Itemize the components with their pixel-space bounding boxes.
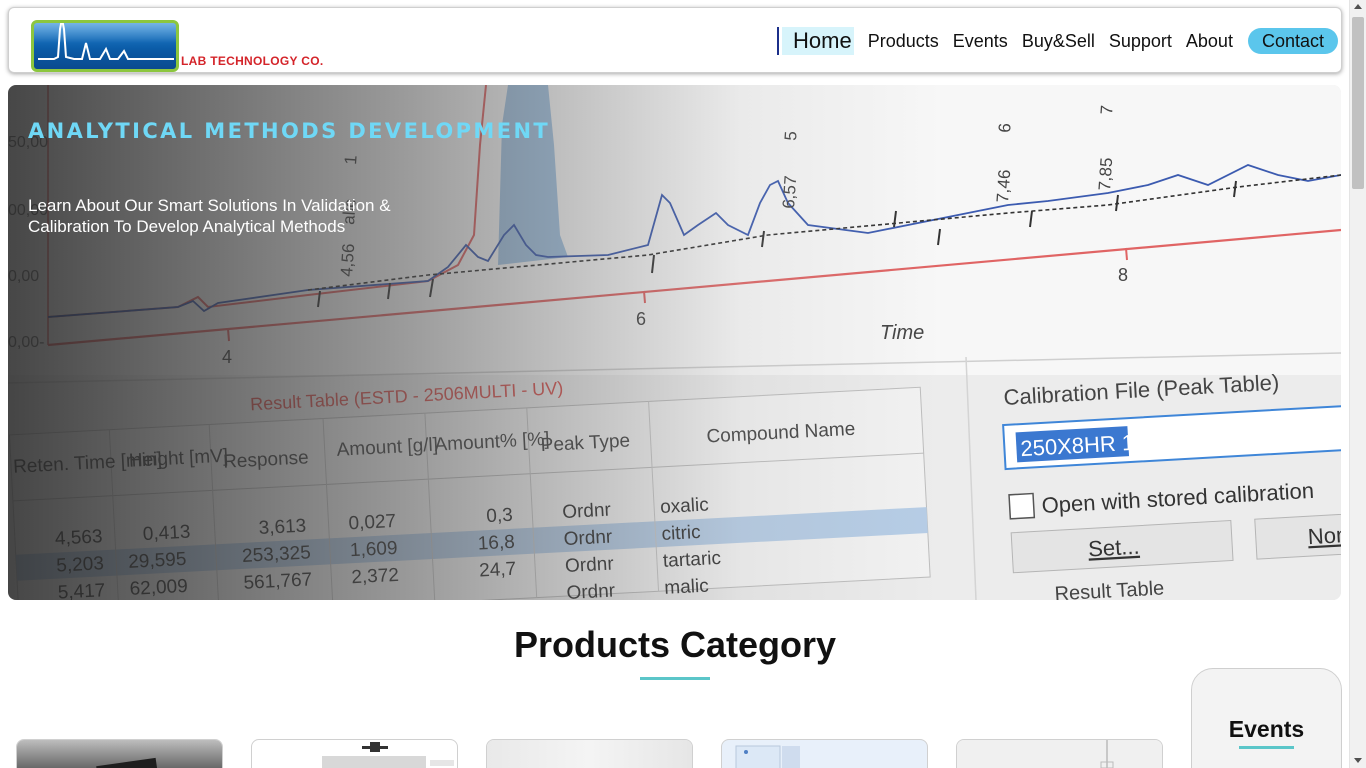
cell-r1-c1: 4,563 bbox=[54, 526, 103, 549]
cell-r1-c4: 0,027 bbox=[348, 511, 397, 534]
scroll-up-arrow-icon[interactable] bbox=[1354, 4, 1362, 9]
site-header: LAB TECHNOLOGY CO. Home Products Events … bbox=[8, 7, 1342, 73]
peak-label-1: 1 bbox=[341, 155, 361, 166]
hero-subtitle: Learn About Our Smart Solutions In Valid… bbox=[28, 196, 391, 236]
peak-label-7-46: 7,46 bbox=[993, 169, 1014, 203]
page: LAB TECHNOLOGY CO. Home Products Events … bbox=[0, 0, 1366, 768]
nav-support[interactable]: Support bbox=[1102, 27, 1179, 55]
cell-r1-c5: 0,3 bbox=[486, 505, 513, 527]
scrollbar-thumb[interactable] bbox=[1352, 17, 1364, 189]
hero-title: ANALYTICAL METHODS DEVELOPMENT bbox=[28, 119, 551, 143]
main-nav: Home Products Events Buy&Sell Support Ab… bbox=[777, 27, 1338, 55]
calibration-none-button: Non bbox=[1307, 522, 1341, 549]
title-underline bbox=[640, 677, 710, 680]
product-card-5[interactable] bbox=[956, 739, 1163, 768]
nav-events[interactable]: Events bbox=[946, 27, 1015, 55]
cell-r1-c3: 3,613 bbox=[258, 516, 307, 539]
product-thumbnail bbox=[252, 740, 457, 768]
peak-label-7-85: 7,85 bbox=[1095, 157, 1116, 191]
chromatogram-peak-logo-icon bbox=[31, 20, 179, 72]
cell-r1-c6: Ordnr bbox=[562, 500, 612, 524]
peak-label-7: 7 bbox=[1097, 105, 1117, 116]
x-tick-8: 8 bbox=[1118, 265, 1128, 285]
nav-home[interactable]: Home bbox=[782, 27, 854, 55]
nav-buy-sell[interactable]: Buy&Sell bbox=[1015, 27, 1102, 55]
hero-banner: 4 6 8 Time 50,00 00,00 0,00 0,00- 4,56 a… bbox=[8, 85, 1341, 600]
logo[interactable]: LAB TECHNOLOGY CO. bbox=[31, 10, 331, 74]
product-thumbnail bbox=[487, 740, 692, 768]
cell-r3-c7: tartaric bbox=[662, 548, 721, 572]
cell-r1-c7: oxalic bbox=[660, 494, 710, 518]
peak-label-6: 6 bbox=[995, 123, 1015, 134]
y-tick-3: 0,00 bbox=[8, 268, 39, 285]
products-category-title: Products Category bbox=[513, 624, 837, 665]
product-card-2[interactable] bbox=[251, 739, 458, 768]
brand-name: LAB TECHNOLOGY CO. bbox=[181, 54, 324, 68]
th-response: Response bbox=[223, 447, 310, 472]
product-card-4[interactable] bbox=[721, 739, 928, 768]
cell-r2-c2: 29,595 bbox=[128, 549, 187, 573]
events-panel-title: Events bbox=[1228, 716, 1305, 742]
x-tick-6: 6 bbox=[636, 309, 646, 329]
x-tick-4: 4 bbox=[222, 347, 232, 367]
cell-r2-c5: 16,8 bbox=[477, 532, 515, 555]
cell-r2-c1: 5,203 bbox=[56, 553, 105, 576]
calibration-set-button: Set... bbox=[1087, 534, 1140, 562]
cell-r3-c3: 561,767 bbox=[243, 569, 313, 594]
axis-label-time: Time bbox=[880, 322, 924, 344]
cell-r3-c2: 62,009 bbox=[129, 576, 188, 600]
product-card-1[interactable] bbox=[16, 739, 223, 768]
cell-r2-c7: citric bbox=[661, 522, 701, 545]
page-scrollbar[interactable] bbox=[1349, 0, 1366, 768]
cell-r2-c6: Ordnr bbox=[563, 527, 613, 551]
nav-about[interactable]: About bbox=[1179, 27, 1240, 55]
product-card-3[interactable] bbox=[486, 739, 693, 768]
product-thumbnail bbox=[17, 740, 222, 768]
product-thumbnail bbox=[957, 740, 1162, 768]
cell-r1-c2: 0,413 bbox=[142, 522, 191, 545]
peak-label-6-57: 6,57 bbox=[779, 175, 800, 209]
nav-divider bbox=[777, 27, 780, 55]
contact-button[interactable]: Contact bbox=[1247, 28, 1338, 54]
cell-r3-c1: 5,417 bbox=[57, 580, 106, 600]
product-thumbnail bbox=[722, 740, 927, 768]
cell-r4-c7: malic bbox=[664, 576, 709, 599]
hero-chromatogram-image: 4 6 8 Time 50,00 00,00 0,00 0,00- 4,56 a… bbox=[8, 85, 1341, 600]
peak-label-5: 5 bbox=[781, 131, 801, 142]
events-panel: Events bbox=[1191, 668, 1342, 768]
cell-r3-c5: 24,7 bbox=[479, 559, 517, 582]
y-tick-4: 0,00- bbox=[8, 334, 44, 351]
events-underline bbox=[1239, 746, 1294, 749]
cell-r3-c6: Ordnr bbox=[565, 553, 615, 577]
cell-r2-c4: 1,609 bbox=[349, 538, 398, 561]
scroll-down-arrow-icon[interactable] bbox=[1354, 758, 1362, 763]
cell-r2-c3: 253,325 bbox=[242, 542, 312, 567]
cell-r4-c6: Ordnr bbox=[566, 580, 616, 600]
peak-label-4-56: 4,56 bbox=[337, 243, 358, 277]
nav-products[interactable]: Products bbox=[861, 27, 946, 55]
cell-r3-c4: 2,372 bbox=[351, 565, 400, 588]
